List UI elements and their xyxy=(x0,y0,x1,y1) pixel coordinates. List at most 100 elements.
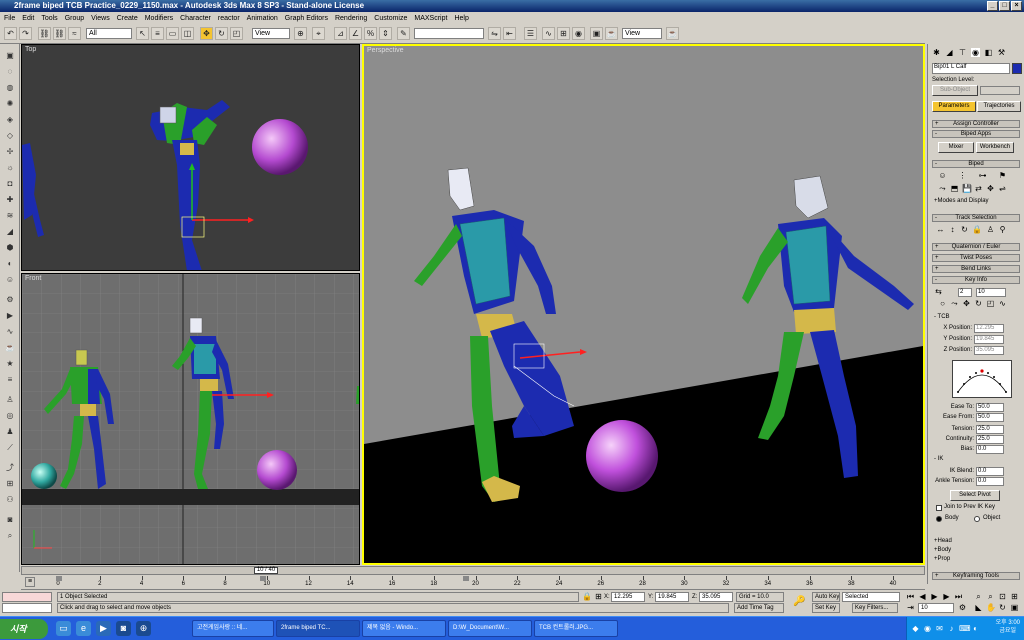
tab-skin-icon[interactable]: ◎ xyxy=(3,410,17,422)
rollout-quaternion-euler[interactable]: + Quaternion / Euler xyxy=(932,243,1020,251)
body-radio[interactable] xyxy=(936,516,942,522)
move-all-icon[interactable]: ✥ xyxy=(986,184,995,193)
close-button[interactable]: × xyxy=(1011,1,1022,11)
add-time-tag-button[interactable]: Add Time Tag xyxy=(734,603,784,613)
bias-field[interactable]: 0.0 xyxy=(976,445,1004,454)
tab-custom-icon[interactable]: ★ xyxy=(3,358,17,370)
maximize-button[interactable]: □ xyxy=(999,1,1010,11)
sphere-top[interactable] xyxy=(252,119,308,175)
viewport-top[interactable]: Top xyxy=(21,44,360,271)
key-marker[interactable] xyxy=(463,576,469,581)
viewport-label-perspective[interactable]: Perspective xyxy=(367,47,404,54)
time-config-icon[interactable]: ⚙ xyxy=(958,603,967,612)
use-pivot-icon[interactable]: ⊕ xyxy=(294,27,307,40)
body-rotation-icon[interactable]: ↻ xyxy=(960,225,969,234)
spinner-snap-icon[interactable]: ⇕ xyxy=(379,27,392,40)
quick-render-icon[interactable]: ☕ xyxy=(605,27,618,40)
object-radio[interactable] xyxy=(974,516,980,522)
rollout-biped-apps[interactable]: - Biped Apps xyxy=(932,130,1020,138)
unlink-icon[interactable]: ⛓ xyxy=(53,27,66,40)
tab-modeling-icon[interactable]: ⬢ xyxy=(3,242,17,254)
lock-selection-icon[interactable]: 🔒 xyxy=(582,592,592,601)
rollout-bend-links[interactable]: + Bend Links xyxy=(932,265,1020,273)
tab-dynamics-icon[interactable]: ✢ xyxy=(3,146,17,158)
absolute-mode-icon[interactable]: ⊞ xyxy=(594,592,603,601)
tab-lights-icon[interactable]: ☼ xyxy=(3,162,17,174)
tab-patch-icon[interactable]: ◈ xyxy=(3,114,17,126)
clock[interactable]: 오후 3:00 금요일 xyxy=(996,619,1020,635)
go-to-start-icon[interactable]: ⏮ xyxy=(906,592,915,601)
time-slider-thumb[interactable]: 10 / 40 xyxy=(254,567,278,574)
menu-views[interactable]: Views xyxy=(91,15,110,22)
rollout-biped[interactable]: - Biped xyxy=(932,160,1020,168)
tab-graph-icon[interactable]: ∿ xyxy=(3,326,17,338)
tab-helpers-icon[interactable]: ✚ xyxy=(3,194,17,206)
tab-nurbs-icon[interactable]: ◇ xyxy=(3,130,17,142)
buffer-icon[interactable]: ⇌ xyxy=(998,184,1007,193)
modify-tab-icon[interactable]: ◢ xyxy=(945,48,954,57)
ease-to-field[interactable]: 50.0 xyxy=(976,403,1004,412)
taskbar-item[interactable]: 고전게임사랑 :: 네... xyxy=(192,620,274,637)
select-manipulate-icon[interactable]: ⌖ xyxy=(312,27,325,40)
tab-particles-icon[interactable]: ✺ xyxy=(3,98,17,110)
tab-parameters[interactable]: Parameters xyxy=(932,101,976,112)
menu-character[interactable]: Character xyxy=(180,15,211,22)
tab-animation-icon[interactable]: ▶ xyxy=(3,310,17,322)
maximize-viewport-icon[interactable]: ▣ xyxy=(1010,603,1019,612)
z-coord-field[interactable]: 35.095 xyxy=(699,592,733,602)
reference-coordinate-dropdown[interactable]: View xyxy=(252,28,290,39)
y-coord-field[interactable]: 19.845 xyxy=(655,592,689,602)
tray-icon[interactable]: ◉ xyxy=(923,624,932,633)
key-mode-dropdown[interactable]: Selected xyxy=(842,592,900,602)
tab-shapes-icon[interactable]: ◌ xyxy=(3,66,17,78)
link-icon[interactable]: ⛓ xyxy=(38,27,51,40)
lock-cob-icon[interactable]: 🔒 xyxy=(972,225,982,234)
rollout-twist-poses[interactable]: + Twist Poses xyxy=(932,254,1020,262)
render-last-icon[interactable]: ☕ xyxy=(666,27,679,40)
select-and-scale-icon[interactable]: ◰ xyxy=(230,27,243,40)
convert-icon[interactable]: ⇄ xyxy=(974,184,983,193)
pan-icon[interactable]: ✋ xyxy=(986,603,996,612)
key-scale-icon[interactable]: ◰ xyxy=(986,299,995,308)
angle-snap-icon[interactable]: ∠ xyxy=(349,27,362,40)
sphere-front-teal[interactable] xyxy=(31,463,57,489)
schematic-view-icon[interactable]: ⊞ xyxy=(557,27,570,40)
key-prev-next-icon[interactable]: ⇆ xyxy=(934,287,943,296)
motion-tab-icon[interactable]: ◉ xyxy=(971,48,980,57)
figure-mode-icon[interactable]: ☺ xyxy=(938,171,947,180)
menu-graph-editors[interactable]: Graph Editors xyxy=(285,15,328,22)
select-by-name-icon[interactable]: ≡ xyxy=(151,27,164,40)
tray-icon[interactable]: ◐ xyxy=(971,624,980,633)
viewport-label-top[interactable]: Top xyxy=(25,46,36,53)
viewport-front[interactable]: Front xyxy=(21,273,360,565)
display-tab-icon[interactable]: ◧ xyxy=(984,48,993,57)
render-scene-icon[interactable]: ▣ xyxy=(590,27,603,40)
sel-key-icon[interactable]: ○ xyxy=(938,299,947,308)
ankle-tension-field[interactable]: 0.0 xyxy=(976,477,1004,486)
footstep-mode-icon[interactable]: ⋮ xyxy=(958,171,967,180)
workbench-button[interactable]: Workbench xyxy=(976,142,1014,153)
tab-objects-icon[interactable]: ▣ xyxy=(3,50,17,62)
selection-filter-dropdown[interactable]: All xyxy=(86,28,132,39)
curve-editor-icon[interactable]: ∿ xyxy=(542,27,555,40)
key-rotate-icon[interactable]: ↻ xyxy=(974,299,983,308)
menu-create[interactable]: Create xyxy=(117,15,138,22)
key-mode-toggle-icon[interactable]: ⇥ xyxy=(906,603,915,612)
previous-frame-icon[interactable]: ◀ xyxy=(918,592,927,601)
body-expand[interactable]: +Body xyxy=(934,547,951,553)
tab-compound-icon[interactable]: ◍ xyxy=(3,82,17,94)
app-shortcut-icon[interactable]: ⊕ xyxy=(136,621,151,636)
render-type-dropdown[interactable]: View xyxy=(622,28,662,39)
rollout-keyframing-tools[interactable]: + Keyframing Tools xyxy=(932,572,1020,580)
save-file-icon[interactable]: 💾 xyxy=(962,184,972,193)
tab-spacewarps-icon[interactable]: ≋ xyxy=(3,210,17,222)
tab-zoom-icon[interactable]: ⌕ xyxy=(3,530,17,542)
auto-key-button[interactable]: Auto Key xyxy=(812,592,840,602)
app-shortcut-icon[interactable]: ◙ xyxy=(116,621,131,636)
rect-selection-icon[interactable]: ▭ xyxy=(166,27,179,40)
select-and-rotate-icon[interactable]: ↻ xyxy=(215,27,228,40)
opposite-icon[interactable]: ⚲ xyxy=(998,225,1007,234)
key-trajectory-icon[interactable]: ⤳ xyxy=(950,299,959,308)
hierarchy-tab-icon[interactable]: ⊤ xyxy=(958,48,967,57)
sub-object-dropdown[interactable] xyxy=(980,86,1020,95)
